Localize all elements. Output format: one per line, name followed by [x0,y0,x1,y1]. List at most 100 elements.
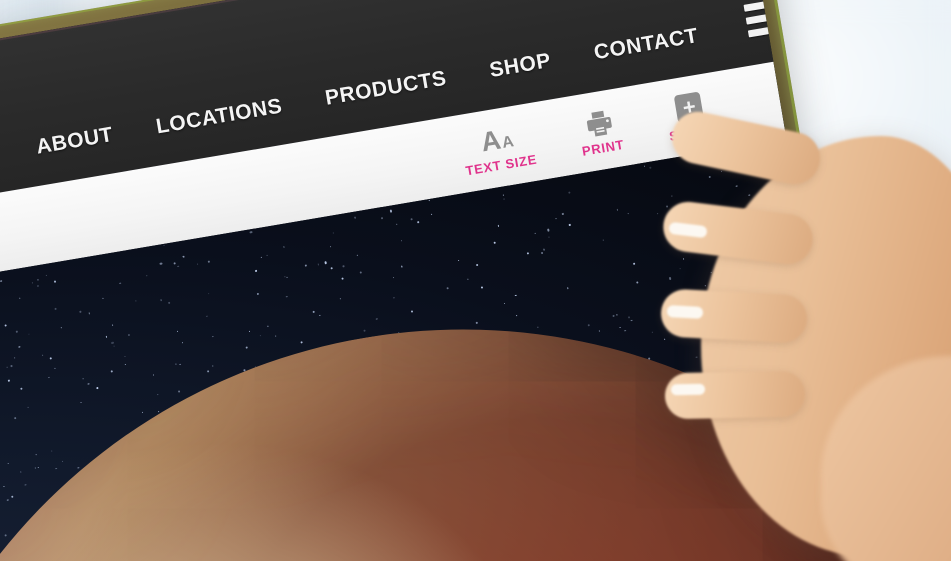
star [257,293,260,296]
star [380,217,384,220]
star [260,334,261,336]
nav-link-contact[interactable]: CONTACT [592,24,700,65]
star [312,310,315,313]
star [54,280,57,283]
star [11,495,14,498]
star [60,326,63,329]
star [141,411,144,414]
star [319,314,321,316]
star [3,485,5,487]
star [106,336,108,338]
star [537,326,538,328]
star [317,263,320,266]
star [516,315,518,317]
star [160,299,163,302]
star [648,166,652,169]
star [475,263,479,267]
star [135,300,137,302]
star [0,280,2,282]
star [182,256,185,259]
star [330,246,332,247]
star [24,483,27,486]
star [20,387,23,391]
text-size-label: TEXT SIZE [464,151,538,178]
star [37,285,40,288]
screenshot-scene: ABOUT LOCATIONS PRODUCTS SHOP CONTACT A … [0,0,951,561]
print-label: PRINT [580,136,626,159]
star [569,224,571,226]
star [286,295,288,298]
star [562,213,564,215]
star [502,195,504,197]
star [566,287,569,290]
star [341,277,344,280]
star [249,230,253,234]
star [36,279,39,281]
nav-link-about[interactable]: ABOUT [34,123,115,160]
star [31,282,33,284]
star [4,324,8,327]
star [212,364,214,366]
star [396,223,397,225]
star [548,236,551,238]
star [159,262,163,265]
star [157,393,159,395]
star [619,326,621,328]
star [96,386,99,390]
star [656,212,658,214]
star [542,248,546,252]
text-size-glyph-large: A [478,124,503,157]
star [417,221,420,224]
star [627,212,629,214]
star [282,246,286,249]
star [616,314,617,316]
star [27,406,28,408]
star [357,254,358,256]
star [111,341,114,345]
nav-link-products[interactable]: PRODUCTS [324,67,449,111]
star [617,209,619,211]
star [286,276,288,278]
nav-link-shop[interactable]: SHOP [488,49,553,83]
star [152,374,155,376]
star [410,310,414,314]
star [42,354,44,356]
star [54,368,56,370]
star [267,325,269,327]
star [167,301,171,304]
star [248,330,251,333]
star [158,411,160,412]
star [7,462,10,465]
star [283,275,286,278]
nav-link-locations[interactable]: LOCATIONS [154,94,284,139]
star [633,262,636,265]
text-size-glyph-small: A [500,132,515,152]
print-button[interactable]: PRINT [575,103,625,158]
text-size-button[interactable]: A A TEXT SIZE [459,118,538,178]
star [113,345,115,347]
star [10,365,13,368]
star [503,302,505,305]
star [197,263,199,265]
star [446,287,449,290]
star [266,254,268,256]
star [643,165,646,168]
star [342,265,345,268]
star [163,244,165,247]
star [102,297,104,299]
star [339,298,341,299]
text-size-icon: A A [478,121,515,157]
star [6,366,8,368]
star [245,346,248,349]
star [18,297,20,299]
finger-index [667,106,825,190]
star [205,315,208,318]
star [567,191,571,194]
star [6,499,9,502]
star [37,466,39,469]
star [124,356,126,358]
star [207,370,210,373]
star [400,265,403,268]
star [28,333,30,335]
star [13,357,16,359]
